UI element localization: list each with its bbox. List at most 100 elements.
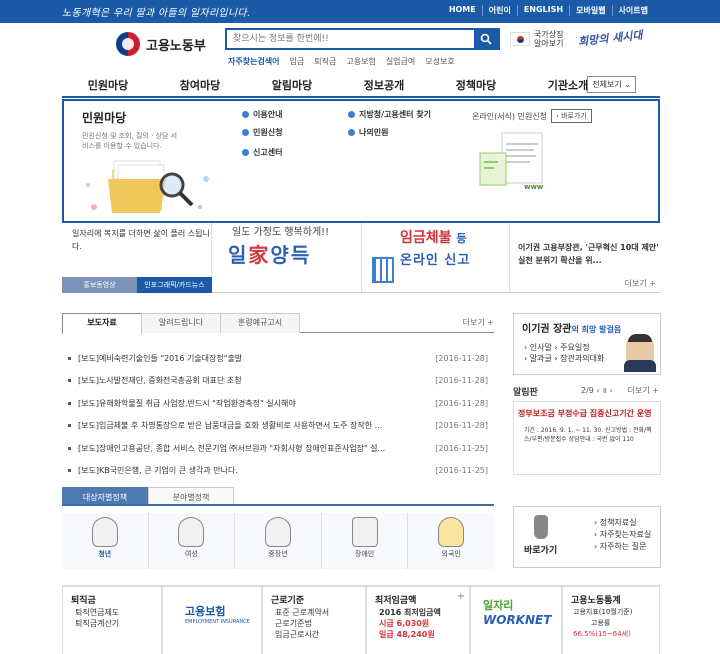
target-middle-aged[interactable]: 중장년 — [235, 513, 322, 569]
box-title: 일자리 — [483, 599, 514, 612]
pause-icon[interactable]: ॥ — [602, 386, 607, 395]
box-link[interactable]: 퇴직연금제도 — [75, 608, 119, 617]
view-all-button[interactable]: 전체보기 ⌄ — [587, 76, 636, 93]
notice-card[interactable]: 정부보조금 부정수급 집중신고기간 운영 기간 : 2016. 9. 1. ~ … — [513, 401, 661, 475]
top-link-kids[interactable]: 어린이 — [481, 5, 517, 16]
title-char: 양 — [270, 243, 291, 267]
keyword-link[interactable]: 임금 — [290, 56, 305, 67]
target-women[interactable]: 여성 — [149, 513, 236, 569]
keyword-link[interactable]: 모성보호 — [425, 56, 454, 67]
list-item[interactable]: [보도]장애인고용공단, 종합 서비스 전문기업 ㈜서브원과 "자회사형 장애인… — [62, 437, 494, 460]
mega-link-report-center[interactable]: 신고센터 — [242, 147, 282, 158]
online-application-label: 온라인(서식) 민원신청 — [472, 111, 548, 121]
search-button[interactable] — [474, 30, 498, 48]
gnb-menu-participation[interactable]: 참여마당 — [154, 77, 246, 93]
government-emblem-icon — [114, 30, 142, 58]
mega-menu-description: 민원신청 및 조회, 질의 · 상담 서비스를 이용할 수 있습니다. — [82, 132, 178, 150]
more-link[interactable]: 더보기 + — [625, 278, 656, 289]
mega-link-guide[interactable]: 이용안내 — [242, 109, 282, 120]
box-title: 최저임금액 — [375, 596, 417, 606]
quick-link-policy-archive[interactable]: 정책자료실 — [600, 518, 637, 527]
tab-press-release[interactable]: 보도자료 — [62, 313, 142, 334]
keyword-link[interactable]: 고용보험 — [346, 56, 375, 67]
quick-link-frequent-docs[interactable]: 자주찾는자료실 — [600, 530, 652, 539]
minister-link-dialogue[interactable]: 장관과의대화 — [560, 354, 604, 363]
mega-link-my-civil[interactable]: 나의민원 — [348, 127, 388, 138]
target-foreigner[interactable]: 외국인 — [408, 513, 494, 569]
news-title: [보도]노사발전재단, 중화전국총공회 대표단 초청 — [78, 376, 242, 386]
worknet-box[interactable]: 일자리 WORKNET — [470, 586, 562, 654]
labor-standard-box[interactable]: 근로기준 표준 근로계약서 근로기준법 임금근로시간 — [262, 586, 366, 654]
target-label: 외국인 — [441, 550, 461, 558]
minister-link-greeting[interactable]: 인사말 — [530, 343, 552, 352]
search-icon — [480, 33, 492, 45]
prev-icon[interactable]: ‹ — [596, 386, 599, 395]
top-link-sitemap[interactable]: 사이트맵 — [611, 5, 654, 16]
site-logo[interactable]: 고용노동부 — [114, 28, 214, 60]
news-date: [2016-11-25] — [435, 443, 488, 453]
list-item[interactable]: [보도]KB국민은행, 큰 기업이 큰 생각과 만나다. [2016-11-25] — [62, 460, 494, 483]
box-link[interactable]: 표준 근로계약서 — [275, 608, 329, 617]
mega-link-label: 민원신청 — [253, 128, 283, 137]
severance-box[interactable]: 퇴직금 퇴직연금제도 퇴직금계산기 — [62, 586, 162, 654]
news-photo-banner[interactable]: 이기권 고용부장관, '근무혁신 10대 제안' 실천 분위기 확산을 위...… — [514, 223, 660, 293]
news-more-link[interactable]: 더보기 + — [463, 317, 494, 328]
minister-box[interactable]: 이기권 장관의 희망 발걸음 › 인사말 › 주요일정 › 말과글 › 장관과의… — [513, 313, 661, 375]
bullet-icon — [68, 446, 71, 450]
box-link[interactable]: 임금근로시간 — [275, 630, 319, 639]
employment-insurance-box[interactable]: 고용보험 EMPLOYMENT INSURANCE — [162, 586, 262, 654]
tab-by-field[interactable]: 분야별정책 — [148, 487, 234, 504]
notice-more-link[interactable]: 더보기 + — [628, 385, 659, 396]
box-link[interactable]: 퇴직금계산기 — [75, 619, 119, 628]
tab-announcements[interactable]: 알려드립니다 — [141, 313, 221, 333]
next-icon[interactable]: › — [610, 386, 613, 395]
online-go-button[interactable]: › 바로가기 — [551, 109, 592, 123]
quick-link-faq[interactable]: 자주하는 질문 — [600, 542, 647, 551]
www-text: www — [524, 183, 544, 191]
promo-tab-infographic[interactable]: 인포그래픽/카드뉴스 — [137, 277, 212, 293]
banner-strip: 일자리에 복지를 더하면 삶이 플러 스됩니다. 홍보동영상 인포그래픽/카드뉴… — [62, 223, 660, 293]
plus-icon[interactable]: + — [457, 591, 465, 602]
search-input[interactable] — [227, 30, 472, 48]
keyword-link[interactable]: 퇴직금 — [314, 56, 336, 67]
stat-value: 66.5%(15~64세) — [573, 630, 631, 638]
tab-by-target[interactable]: 대상자별정책 — [62, 487, 148, 504]
tab-regulations[interactable]: 훈령예규고시 — [220, 313, 300, 333]
list-item[interactable]: [보도]임금체불 후 차명통장으로 받은 납품대금을 호화 생활비로 사용하면서… — [62, 415, 494, 438]
list-item[interactable]: [보도]노사발전재단, 중화전국총공회 대표단 초청 [2016-11-28] — [62, 370, 494, 393]
target-policy: 대상자별정책 분야별정책 청년 여성 중장년 장애인 외국인 — [62, 487, 494, 575]
wage-arrears-suffix: 등 — [456, 232, 467, 245]
minimum-wage-box[interactable]: 최저임금액 2016 최저임금액 시급 6,030원 일급 48,240원 + — [366, 586, 470, 654]
box-link[interactable]: 근로기준법 — [275, 619, 312, 628]
list-item[interactable]: [보도]예비숙련기술인들 "2016 기술대장정"출발 [2016-11-28] — [62, 347, 494, 370]
gnb-menu-policy[interactable]: 정책마당 — [430, 77, 522, 93]
target-youth[interactable]: 청년 — [62, 513, 149, 569]
bullet-icon — [348, 111, 355, 118]
stat-name: 고용률 — [591, 619, 611, 627]
target-disabled[interactable]: 장애인 — [322, 513, 409, 569]
promo-banner[interactable]: 일자리에 복지를 더하면 삶이 플러 스됩니다. 홍보동영상 인포그래픽/카드뉴… — [62, 223, 212, 293]
promo-tab-video[interactable]: 홍보동영상 — [62, 277, 137, 293]
top-links: HOME 어린이 ENGLISH 모바일웹 사이트맵 — [443, 5, 654, 16]
work-family-tagline: 일도 가정도 행복하게!! — [232, 227, 330, 238]
gnb-menu-civil[interactable]: 민원마당 — [62, 77, 154, 93]
top-link-mobile[interactable]: 모바일웹 — [569, 5, 611, 16]
labor-statistics-box[interactable]: 고용노동통계 고용지표(10월기준) 고용률 66.5%(15~64세) — [562, 586, 660, 654]
slogan: 노동개혁은 우리 딸과 아들의 일자리입니다. — [62, 8, 251, 19]
list-item[interactable]: [보도]유해화학물질 취급 사업장,반드시 "작업환경측정" 실시해야 [2016… — [62, 392, 494, 415]
keyword-link[interactable]: 실업급여 — [386, 56, 415, 67]
promo-text: 일자리에 복지를 더하면 삶이 플러 스됩니다. — [72, 229, 210, 251]
wage-arrears-text: 임금체불 — [400, 230, 452, 246]
minister-link-speeches[interactable]: 말과글 — [530, 354, 552, 363]
top-link-english[interactable]: ENGLISH — [516, 5, 569, 16]
top-link-home[interactable]: HOME — [443, 5, 482, 16]
gnb-menu-disclosure[interactable]: 정보공개 — [338, 77, 430, 93]
gnb-menu-notice[interactable]: 알림마당 — [246, 77, 338, 93]
wage-arrears-banner[interactable]: 임금체불 등 온라인 신고 — [362, 223, 510, 293]
mega-link-apply[interactable]: 민원신청 — [242, 127, 282, 138]
quick-links-list: › 정책자료실 › 자주찾는자료실 › 자주하는 질문 — [594, 518, 652, 551]
mega-link-find-office[interactable]: 지방청/고용센터 찾기 — [348, 109, 431, 120]
national-symbol-link[interactable]: 국가상징 알아보기 — [510, 30, 570, 48]
work-family-banner[interactable]: 일도 가정도 행복하게!! 일家양득 — [212, 223, 362, 293]
minister-link-schedule[interactable]: 주요일정 — [560, 343, 589, 352]
